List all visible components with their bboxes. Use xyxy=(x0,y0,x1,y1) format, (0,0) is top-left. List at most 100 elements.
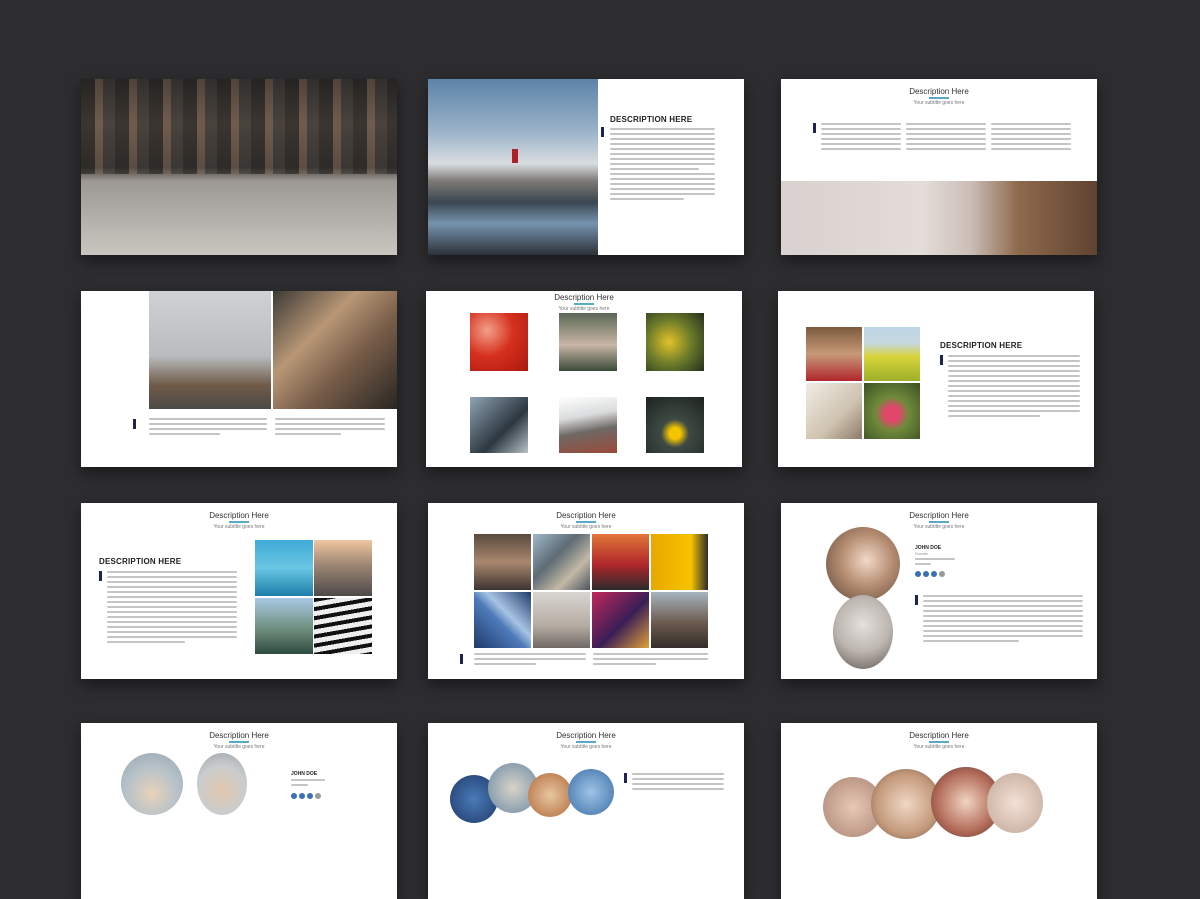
slide-title: Description Here xyxy=(209,731,269,740)
slide-12[interactable]: Description Here Your subtitle goes here xyxy=(781,723,1097,899)
body-text xyxy=(632,773,724,793)
slide-header: Description Here Your subtitle goes here xyxy=(428,511,744,530)
slide-7[interactable]: Description Here Your subtitle goes here… xyxy=(81,503,397,679)
slide-header: Description Here Your subtitle goes here xyxy=(426,293,742,312)
photo-yellow-door xyxy=(651,534,708,590)
twitter-icon[interactable] xyxy=(923,571,929,577)
twitter-icon[interactable] xyxy=(299,793,305,799)
slide-2[interactable]: DESCRIPTION HERE xyxy=(428,79,744,255)
slide-subtitle: Your subtitle goes here xyxy=(913,744,965,750)
accent-bar xyxy=(915,595,918,605)
slide-title: Description Here xyxy=(909,87,969,96)
photo-rapeseed-field xyxy=(864,327,920,381)
slide-3[interactable]: Description Here Your subtitle goes here xyxy=(781,79,1097,255)
slide-heading: DESCRIPTION HERE xyxy=(99,557,182,566)
photo-couple-city xyxy=(651,592,708,648)
slide-title: Description Here xyxy=(909,511,969,520)
slide-5[interactable]: Description Here Your subtitle goes here xyxy=(426,291,742,467)
photo-party-lights xyxy=(592,592,649,648)
photo-woman-flowers xyxy=(864,383,920,439)
slide-header: Description Here Your subtitle goes here xyxy=(81,511,397,530)
slide-heading: DESCRIPTION HERE xyxy=(610,115,693,124)
slide-subtitle: Your subtitle goes here xyxy=(913,100,965,106)
photo-woman-white xyxy=(533,592,590,648)
photo-woman-circle-bottom xyxy=(833,595,893,669)
body-text-col-1 xyxy=(821,123,901,153)
photo-legs xyxy=(81,79,397,174)
email-icon[interactable] xyxy=(315,793,321,799)
photo-friends xyxy=(273,291,397,409)
photo-blob-4 xyxy=(568,769,614,815)
title-underline xyxy=(929,521,949,523)
slide-11[interactable]: Description Here Your subtitle goes here xyxy=(428,723,744,899)
photo-mountain-reflection xyxy=(428,79,598,255)
body-text-col-1 xyxy=(474,653,586,668)
slide-10[interactable]: Description Here Your subtitle goes here… xyxy=(81,723,397,899)
linkedin-icon[interactable] xyxy=(931,571,937,577)
slide-title: Description Here xyxy=(554,293,614,302)
body-text xyxy=(923,595,1083,645)
accent-bar xyxy=(460,654,463,664)
slide-6[interactable]: DESCRIPTION HERE xyxy=(778,291,1094,467)
photo-car-street xyxy=(314,540,372,596)
person-bio xyxy=(291,779,325,789)
body-text-col-3 xyxy=(991,123,1071,153)
photo-cliff-sea xyxy=(781,181,1097,255)
body-text xyxy=(948,355,1080,420)
slide-header: Description Here Your subtitle goes here xyxy=(81,731,397,750)
slide-subtitle: Your subtitle goes here xyxy=(560,524,612,530)
photo-woman-plaid xyxy=(592,534,649,590)
slide-subtitle: Your subtitle goes here xyxy=(913,524,965,530)
title-underline xyxy=(229,741,249,743)
photo-island-boat xyxy=(255,540,313,596)
accent-bar xyxy=(133,419,136,429)
slide-header: Description Here Your subtitle goes here xyxy=(428,731,744,750)
slide-title: Description Here xyxy=(909,731,969,740)
body-text-col-1 xyxy=(149,418,267,438)
slide-8[interactable]: Description Here Your subtitle goes here xyxy=(428,503,744,679)
title-underline xyxy=(574,303,594,305)
photo-red-leaves xyxy=(470,313,528,371)
facebook-icon[interactable] xyxy=(915,571,921,577)
photo-city-people xyxy=(470,397,528,453)
facebook-icon[interactable] xyxy=(291,793,297,799)
photo-circle-1 xyxy=(121,753,183,815)
email-icon[interactable] xyxy=(939,571,945,577)
photo-woman-circle-top xyxy=(826,527,900,601)
photo-snowy-mountain xyxy=(559,397,617,453)
person-name: JOHN DOE xyxy=(291,771,318,777)
photo-yellow-flowers xyxy=(646,313,704,371)
body-text-col-2 xyxy=(906,123,986,153)
title-underline xyxy=(929,741,949,743)
body-text-col-2 xyxy=(275,418,385,438)
title-underline xyxy=(576,741,596,743)
accent-bar xyxy=(99,571,102,581)
slide-4[interactable] xyxy=(81,291,397,467)
slide-header: Description Here Your subtitle goes here xyxy=(781,511,1097,530)
slide-1[interactable] xyxy=(81,79,397,255)
linkedin-icon[interactable] xyxy=(307,793,313,799)
slide-subtitle: Your subtitle goes here xyxy=(560,744,612,750)
photo-yellow-raincoat xyxy=(646,397,704,453)
slide-9[interactable]: Description Here Your subtitle goes here… xyxy=(781,503,1097,679)
accent-bar xyxy=(624,773,627,783)
slide-header: Description Here Your subtitle goes here xyxy=(781,87,1097,106)
photo-woman-hat xyxy=(806,327,862,381)
title-underline xyxy=(929,97,949,99)
photo-woman-portrait xyxy=(559,313,617,371)
photo-geometric-blue xyxy=(474,592,531,648)
social-icons xyxy=(291,793,321,799)
photo-blob-3 xyxy=(528,773,572,817)
person-bio xyxy=(915,558,955,568)
person-name: JOHN DOE xyxy=(915,545,942,551)
slide-title: Description Here xyxy=(556,731,616,740)
photo-circle-2 xyxy=(197,753,247,815)
body-text-col-2 xyxy=(593,653,708,668)
photo-person-red xyxy=(512,149,518,163)
slide-subtitle: Your subtitle goes here xyxy=(213,524,265,530)
slide-title: Description Here xyxy=(209,511,269,520)
accent-bar xyxy=(601,127,604,137)
photo-mountains-lake xyxy=(255,598,313,654)
photo-woman-wall xyxy=(149,291,271,409)
title-underline xyxy=(229,521,249,523)
